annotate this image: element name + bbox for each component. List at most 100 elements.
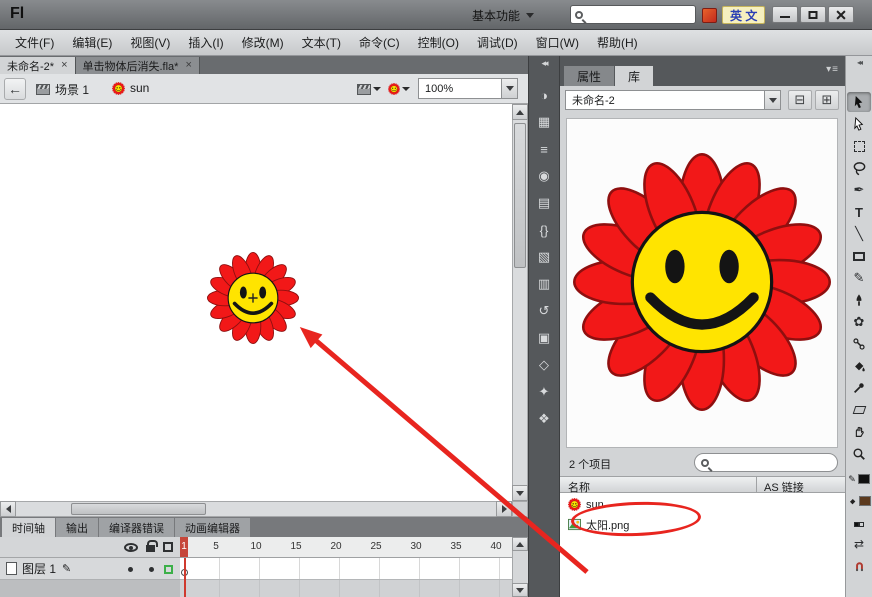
selection-tool[interactable] <box>847 92 871 112</box>
behaviors-panel-icon[interactable]: ❖ <box>532 408 556 430</box>
info-panel-icon[interactable]: ◉ <box>532 165 556 187</box>
timeline-scrollbar[interactable] <box>512 537 528 597</box>
menu-modify[interactable]: 修改(M) <box>233 30 293 55</box>
menu-window[interactable]: 窗口(W) <box>527 30 588 55</box>
scroll-up-button[interactable] <box>512 537 528 551</box>
doc-tab-untitled-2[interactable]: 未命名-2* × <box>0 57 76 74</box>
stroke-color-swatch[interactable] <box>857 474 870 484</box>
stage-flower-instance[interactable] <box>207 252 299 344</box>
menu-control[interactable]: 控制(O) <box>409 30 468 55</box>
close-icon[interactable]: × <box>185 60 191 71</box>
back-button[interactable]: ← <box>4 78 26 100</box>
close-icon[interactable]: × <box>61 60 67 71</box>
menu-file[interactable]: 文件(F) <box>6 30 63 55</box>
deco-tool[interactable]: ✿ <box>847 312 871 332</box>
scroll-up-button[interactable] <box>512 104 528 120</box>
layer-row-1[interactable]: 图层 1 ✎ <box>0 558 180 580</box>
eraser-tool[interactable] <box>847 400 871 420</box>
stage-horizontal-scrollbar[interactable] <box>0 501 512 517</box>
pin-library-button[interactable]: ⊟ <box>788 90 812 110</box>
search-input[interactable] <box>587 8 691 21</box>
hand-tool[interactable] <box>847 422 871 442</box>
timeline-ruler[interactable]: 1 5 10 15 20 25 30 35 40 <box>180 537 512 558</box>
edit-symbol-button[interactable] <box>386 79 412 99</box>
menu-commands[interactable]: 命令(C) <box>350 30 409 55</box>
fill-color-swatch[interactable] <box>858 496 871 506</box>
library-column-headers[interactable]: 名称 AS 链接 <box>560 476 845 494</box>
scroll-left-button[interactable] <box>0 501 16 517</box>
ime-language-badge[interactable]: 英 文 <box>722 6 766 24</box>
edit-scene-button[interactable] <box>356 79 382 99</box>
horizontal-scroll-thumb[interactable] <box>71 503 206 515</box>
bone-tool[interactable] <box>847 334 871 354</box>
tab-compiler-errors[interactable]: 编译器错误 <box>99 518 174 537</box>
zoom-dropdown[interactable]: 100% <box>418 78 518 99</box>
tab-timeline[interactable]: 时间轴 <box>2 518 55 537</box>
menu-insert[interactable]: 插入(I) <box>179 30 232 55</box>
new-library-panel-button[interactable]: ⊞ <box>815 90 839 110</box>
column-divider[interactable] <box>756 477 757 492</box>
rectangle-tool[interactable] <box>847 246 871 266</box>
library-document-dropdown[interactable]: 未命名-2 <box>565 90 781 110</box>
scroll-right-button[interactable] <box>496 501 512 517</box>
dropdown-button[interactable] <box>764 91 780 109</box>
doc-tab-click-vanish[interactable]: 单击物体后消失.fla* × <box>75 57 200 74</box>
scroll-down-button[interactable] <box>512 485 528 501</box>
tab-properties[interactable]: 属性 <box>564 66 615 86</box>
code-snippets-panel-icon[interactable]: {} <box>532 219 556 241</box>
app-search-box[interactable] <box>570 5 696 24</box>
minimize-button[interactable] <box>772 6 798 23</box>
line-tool[interactable]: ╲ <box>847 224 871 244</box>
default-colors-button[interactable] <box>854 516 864 530</box>
tab-library[interactable]: 库 <box>615 66 654 86</box>
zoom-tool[interactable] <box>847 444 871 464</box>
vertical-scroll-thumb[interactable] <box>514 123 526 268</box>
lasso-tool[interactable] <box>847 158 871 178</box>
snap-to-objects-button[interactable] <box>847 556 871 576</box>
collapse-tools-button[interactable]: ◂◂ <box>846 58 872 67</box>
subselection-tool[interactable] <box>847 114 871 134</box>
layer-outline-color-swatch[interactable] <box>164 565 173 574</box>
stroke-color-control[interactable]: ✎ <box>847 470 871 488</box>
layer-1-frames[interactable] <box>180 558 512 580</box>
filters-panel-icon[interactable]: ▤ <box>532 192 556 214</box>
layer-lock-dot[interactable] <box>149 567 154 572</box>
maximize-button[interactable] <box>800 6 826 23</box>
breadcrumb-symbol[interactable]: sun <box>112 81 149 95</box>
eyedropper-tool[interactable] <box>847 378 871 398</box>
library-search-box[interactable] <box>694 453 838 472</box>
fill-color-control[interactable] <box>847 492 871 510</box>
transform-panel-icon[interactable]: ◇ <box>532 354 556 376</box>
menu-help[interactable]: 帮助(H) <box>588 30 647 55</box>
motion-presets-panel-icon[interactable]: ▥ <box>532 273 556 295</box>
free-transform-tool[interactable] <box>847 136 871 156</box>
stage-canvas[interactable] <box>0 104 528 517</box>
color-panel-icon[interactable]: ◑ <box>532 84 556 106</box>
menu-edit[interactable]: 编辑(E) <box>63 30 121 55</box>
panel-menu-icon[interactable]: ▾≡ <box>826 64 839 75</box>
menu-debug[interactable]: 调试(D) <box>468 30 527 55</box>
zoom-dropdown-button[interactable] <box>501 79 517 98</box>
pencil-tool[interactable]: ✎ <box>847 268 871 288</box>
align-panel-icon[interactable]: ≡ <box>532 138 556 160</box>
breadcrumb-scene[interactable]: 场景 1 <box>36 81 89 98</box>
strings-panel-icon[interactable]: ✦ <box>532 381 556 403</box>
lock-layers-icon[interactable] <box>146 540 158 552</box>
stage-vertical-scrollbar[interactable] <box>512 104 528 501</box>
outline-layers-icon[interactable] <box>163 542 173 552</box>
layer-visibility-dot[interactable] <box>128 567 133 572</box>
pen-tool[interactable]: ✒ <box>847 180 871 200</box>
text-tool[interactable]: T <box>847 202 871 222</box>
expand-panels-button[interactable]: ◂◂ <box>529 58 559 69</box>
brush-tool[interactable] <box>847 290 871 310</box>
menu-view[interactable]: 视图(V) <box>121 30 179 55</box>
scene-panel-icon[interactable]: ▣ <box>532 327 556 349</box>
history-panel-icon[interactable]: ↺ <box>532 300 556 322</box>
tab-output[interactable]: 输出 <box>56 518 98 537</box>
close-button[interactable] <box>828 6 854 23</box>
show-hide-layers-icon[interactable] <box>124 543 138 552</box>
tab-motion-editor[interactable]: 动画编辑器 <box>175 518 250 537</box>
workspace-switcher[interactable]: 基本功能 <box>472 7 535 24</box>
library-search-input[interactable] <box>713 456 831 469</box>
scroll-down-button[interactable] <box>512 583 528 597</box>
